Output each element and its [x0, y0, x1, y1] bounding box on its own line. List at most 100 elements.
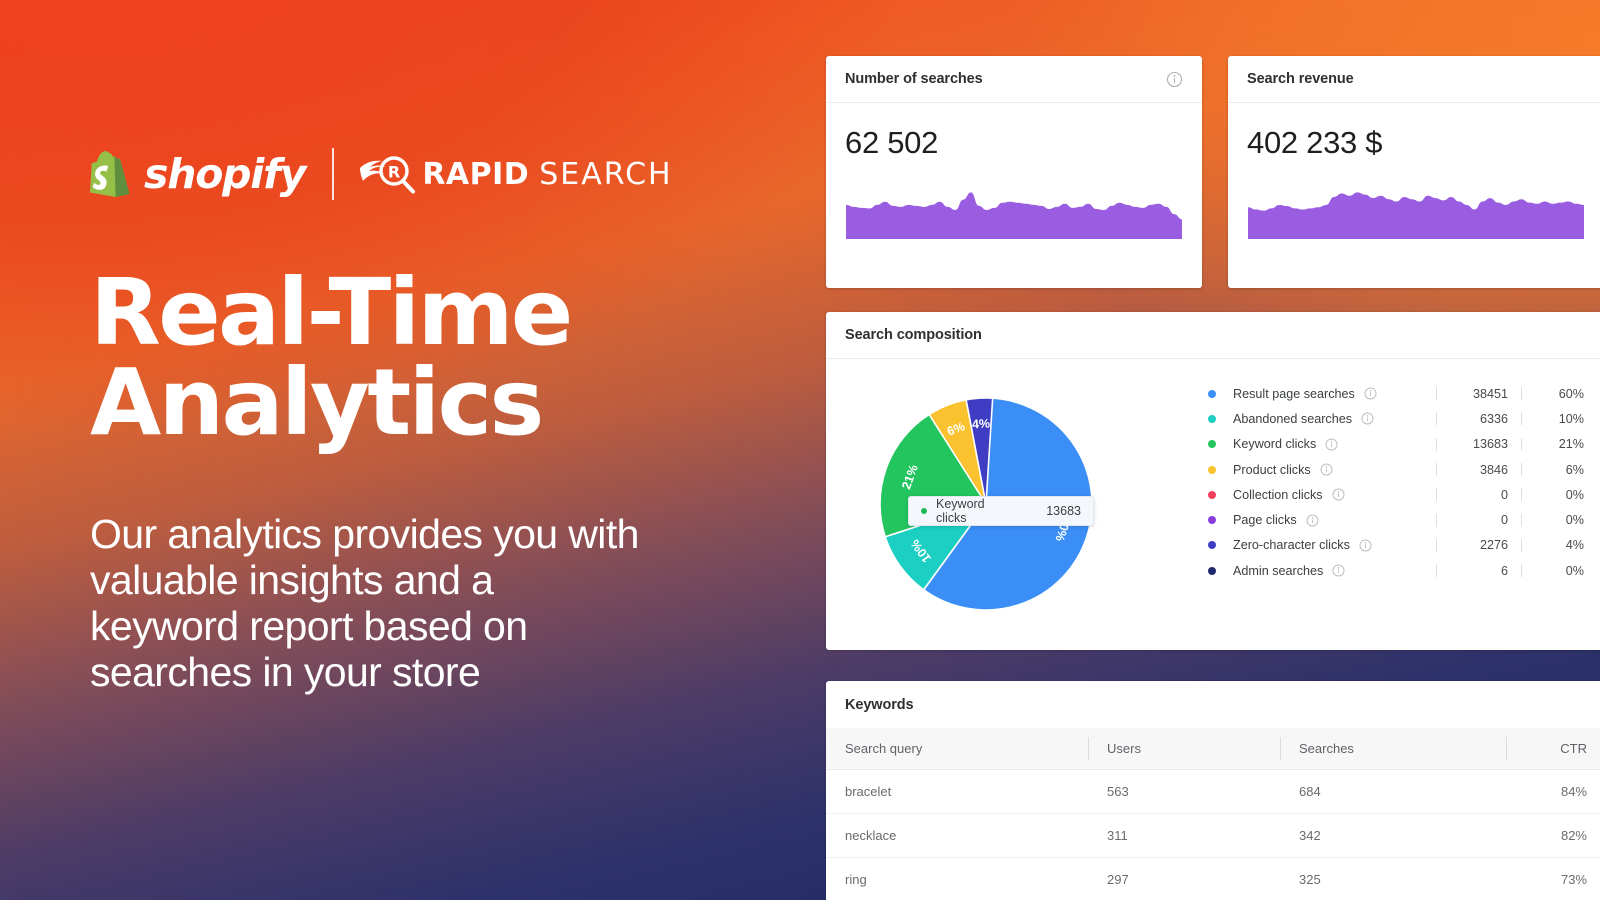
info-circle-icon[interactable] — [1359, 539, 1372, 552]
rapid-search-logo: R RAPID SEARCH — [358, 151, 672, 197]
card-search-composition: Search composition 60% 10% 21% 6% 4% Keyword… — [826, 312, 1600, 650]
card-number-of-searches: Number of searches 62 502 — [826, 56, 1202, 288]
pie-chart[interactable]: 60% 10% 21% 6% 4% Keyword clicks 13683 — [878, 396, 1094, 612]
legend-color-dot — [1208, 389, 1216, 398]
info-circle-icon[interactable] — [1320, 463, 1333, 476]
legend-count: 0 — [1500, 513, 1508, 528]
legend-label: Product clicks — [1233, 462, 1311, 477]
info-circle-icon[interactable] — [1332, 488, 1345, 501]
info-circle-icon[interactable] — [1166, 71, 1183, 88]
legend-count: 13683 — [1472, 437, 1508, 452]
legend-percent: 21% — [1558, 437, 1584, 452]
shopify-wordmark: shopify — [144, 150, 307, 198]
brand-lockup: shopify R RAPID SEARCH — [90, 145, 673, 203]
table-cell-query: ring — [826, 857, 1088, 900]
composition-legend: Result page searches 38451 60% Abandoned se… — [1146, 359, 1600, 649]
sparkline-wrapper — [826, 161, 1202, 239]
table-header-row: Search query Users Searches CTR — [826, 728, 1600, 770]
legend-count: 6336 — [1479, 411, 1508, 426]
legend-row[interactable]: Admin searches 6 0% — [1208, 558, 1584, 583]
table-column-header[interactable]: Searches — [1280, 728, 1506, 770]
shopify-logo: shopify — [90, 150, 307, 198]
card-keywords: Keywords Search query Users Searches CTR br… — [826, 681, 1600, 900]
table-body: bracelet 563 684 84% necklace 311 342 82% ring 29… — [826, 769, 1600, 900]
legend-row[interactable]: Result page searches 38451 60% — [1208, 381, 1584, 406]
info-circle-icon[interactable] — [1306, 514, 1319, 527]
table-row[interactable]: ring 297 325 73% — [826, 857, 1600, 900]
legend-percent: 4% — [1565, 538, 1584, 553]
legend-color-dot — [1208, 566, 1216, 575]
hero-headline: Real-Time Analytics — [90, 267, 710, 449]
legend-percent: 10% — [1558, 411, 1584, 426]
keywords-table: Search query Users Searches CTR bracelet 563… — [826, 728, 1600, 900]
legend-count: 38451 — [1472, 386, 1508, 401]
legend-row[interactable]: Zero-character clicks 2276 4% — [1208, 533, 1584, 558]
legend-count: 6 — [1500, 563, 1508, 578]
hero-subcopy: Our analytics provides you with valuable… — [90, 511, 639, 695]
card-search-revenue: Search revenue 402 233 $ — [1228, 56, 1600, 288]
info-circle-icon[interactable] — [1332, 564, 1345, 577]
legend-color-dot — [1208, 516, 1216, 525]
info-circle-icon[interactable] — [1361, 412, 1374, 425]
table-row[interactable]: bracelet 563 684 84% — [826, 769, 1600, 814]
legend-label: Collection clicks — [1233, 487, 1323, 502]
rapid-wordmark-bold: RAPID — [422, 156, 530, 192]
card-title: Search revenue — [1247, 71, 1354, 87]
card-header: Keywords — [826, 681, 1600, 728]
table-column-header[interactable]: Search query — [826, 728, 1088, 770]
legend-count: 3846 — [1479, 462, 1508, 477]
legend-color-dot — [1208, 465, 1216, 474]
svg-text:R: R — [388, 163, 400, 182]
table-cell-query: bracelet — [826, 769, 1088, 814]
legend-label: Abandoned searches — [1233, 411, 1353, 426]
legend-percent: 0% — [1565, 513, 1584, 528]
rapid-wordmark-light: SEARCH — [539, 156, 673, 192]
info-circle-icon[interactable] — [1364, 387, 1377, 400]
sparkline-wrapper — [1228, 161, 1600, 239]
legend-label: Page clicks — [1233, 513, 1297, 528]
card-title: Number of searches — [845, 71, 983, 87]
table-row[interactable]: necklace 311 342 82% — [826, 813, 1600, 858]
table-cell-searches: 325 — [1280, 857, 1506, 900]
metric-value-revenue: 402 233 $ — [1247, 125, 1383, 160]
table-cell-ctr: 84% — [1506, 769, 1600, 814]
card-header: Number of searches — [826, 56, 1202, 103]
table-cell-ctr: 73% — [1506, 857, 1600, 900]
table-cell-users: 297 — [1088, 857, 1280, 900]
table-cell-users: 311 — [1088, 813, 1280, 858]
legend-label: Keyword clicks — [1233, 437, 1317, 452]
legend-row[interactable]: Page clicks 0 0% — [1208, 507, 1584, 532]
rapid-search-magnifier-icon: R — [360, 156, 416, 194]
sparkline-chart-searches — [846, 192, 1182, 239]
sparkline-chart-revenue — [1248, 192, 1584, 239]
legend-color-dot — [1208, 490, 1216, 499]
legend-color-dot — [1208, 541, 1216, 550]
tooltip-label: Keyword clicks — [936, 497, 985, 525]
legend-color-dot — [1208, 440, 1216, 449]
card-header: Search composition — [826, 312, 1600, 359]
legend-row[interactable]: Collection clicks 0 0% — [1208, 482, 1584, 507]
brand-divider — [332, 148, 335, 200]
legend-percent: 0% — [1565, 563, 1584, 578]
legend-count: 0 — [1500, 487, 1508, 502]
card-header: Search revenue — [1228, 56, 1600, 103]
table-column-header[interactable]: Users — [1088, 728, 1280, 770]
info-circle-icon[interactable] — [1325, 438, 1338, 451]
legend-count: 2276 — [1479, 538, 1508, 553]
pie-tooltip: Keyword clicks 13683 — [908, 496, 1094, 526]
legend-row[interactable]: Abandoned searches 6336 10% — [1208, 406, 1584, 431]
table-column-header[interactable]: CTR — [1506, 728, 1600, 770]
table-cell-ctr: 82% — [1506, 813, 1600, 858]
legend-row[interactable]: Keyword clicks 13683 21% — [1208, 432, 1584, 457]
legend-percent: 0% — [1565, 487, 1584, 502]
legend-label: Admin searches — [1233, 563, 1324, 578]
tooltip-value: 13683 — [1046, 504, 1081, 518]
metric-value-searches: 62 502 — [845, 125, 939, 160]
shopify-bag-icon — [90, 151, 130, 197]
legend-label: Zero-character clicks — [1233, 538, 1350, 553]
card-title: Search composition — [845, 327, 982, 343]
legend-row[interactable]: Product clicks 3846 6% — [1208, 457, 1584, 482]
pie-chart-column: 60% 10% 21% 6% 4% Keyword clicks 13683 — [826, 359, 1146, 649]
composition-body: 60% 10% 21% 6% 4% Keyword clicks 13683 Resul… — [826, 359, 1600, 649]
promo-banner: shopify R RAPID SEARCH Real-Time Analytic… — [0, 0, 1600, 900]
